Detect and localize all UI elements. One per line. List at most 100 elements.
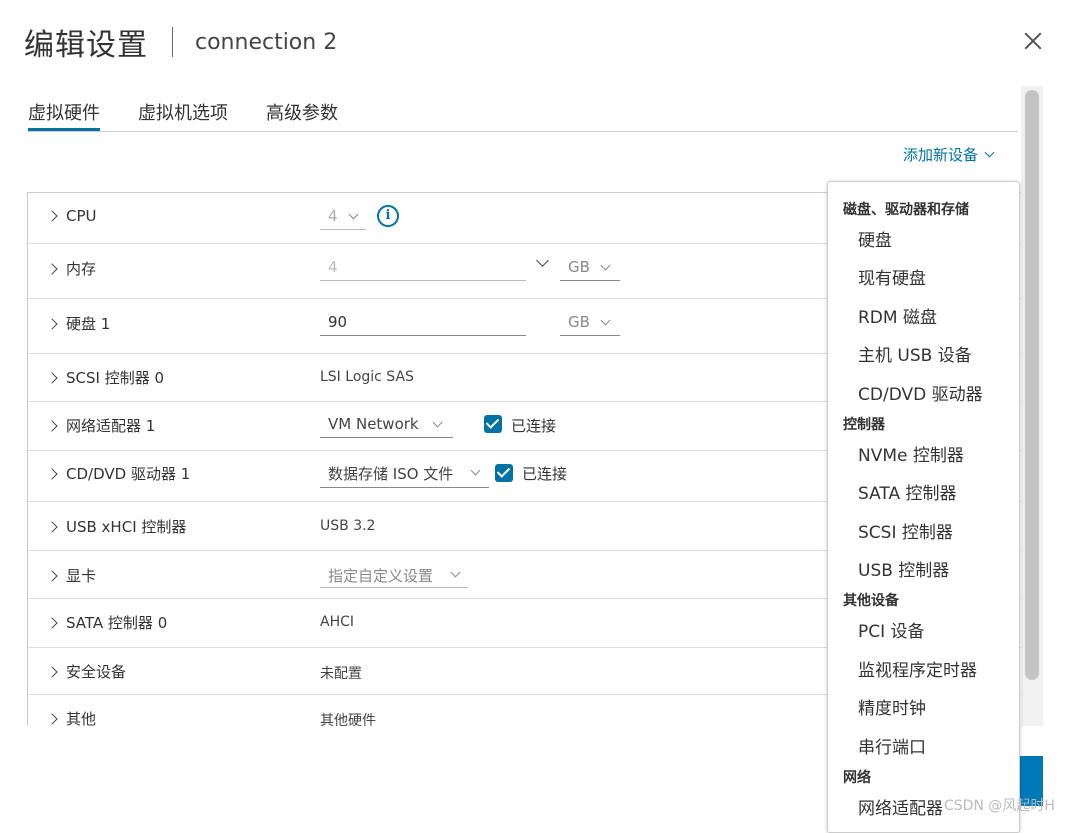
expand-memory[interactable]: 内存: [46, 258, 97, 279]
network-select[interactable]: VM Network: [320, 415, 453, 438]
row-label: 内存: [66, 260, 97, 278]
add-device-menu: 磁盘、驱动器和存储 硬盘 现有硬盘 RDM 磁盘 主机 USB 设备 CD/DV…: [827, 181, 1020, 833]
cddvd-connected-checkbox[interactable]: [495, 464, 513, 482]
close-icon[interactable]: [1022, 30, 1044, 52]
watermark: CSDN @风起时H: [944, 798, 1055, 814]
row-label: 其他: [66, 710, 97, 726]
chevron-right-icon: [46, 616, 58, 629]
vm-name: connection 2: [195, 29, 338, 55]
menu-item-usb-controller[interactable]: USB 控制器: [858, 556, 949, 581]
chevron-right-icon: [46, 569, 58, 582]
memory-size-input[interactable]: 4: [320, 258, 526, 281]
cpu-count-select[interactable]: 4: [320, 207, 366, 230]
video-card-select[interactable]: 指定自定义设置: [320, 565, 468, 588]
scsi-controller-type: LSI Logic SAS: [320, 369, 414, 385]
scrollbar-thumb[interactable]: [1025, 90, 1039, 680]
chevron-down-icon: [432, 417, 443, 428]
expand-scsi-controller[interactable]: SCSI 控制器 0: [46, 367, 165, 388]
menu-item-nvme-controller[interactable]: NVMe 控制器: [858, 441, 964, 466]
tab-advanced-parameters[interactable]: 高级参数: [266, 90, 338, 130]
disk-size-input[interactable]: 90: [320, 313, 526, 336]
menu-item-cddvd-drive[interactable]: CD/DVD 驱动器: [858, 380, 983, 405]
menu-item-precision-clock[interactable]: 精度时钟: [858, 694, 926, 719]
video-card-value: 指定自定义设置: [328, 567, 434, 585]
memory-unit-select[interactable]: GB: [560, 258, 620, 281]
row-label: SATA 控制器 0: [66, 614, 168, 632]
memory-size-value: 4: [328, 258, 338, 276]
chevron-down-icon: [600, 260, 611, 271]
menu-item-existing-hard-disk[interactable]: 现有硬盘: [858, 264, 926, 289]
chevron-right-icon: [46, 419, 58, 432]
network-connected-label: 已连接: [511, 417, 557, 435]
menu-group-controllers: 控制器: [843, 417, 885, 433]
chevron-right-icon: [46, 665, 58, 678]
menu-item-pci-device[interactable]: PCI 设备: [858, 617, 925, 642]
disk-unit-value: GB: [568, 313, 590, 331]
menu-group-other-devices: 其他设备: [843, 593, 899, 609]
chevron-down-icon: [450, 567, 461, 578]
menu-group-disks-drives-storage: 磁盘、驱动器和存储: [843, 202, 969, 218]
menu-item-network-adapter[interactable]: 网络适配器: [858, 794, 943, 819]
disk-size-value: 90: [328, 313, 348, 331]
cddvd-connected-label: 已连接: [522, 465, 568, 483]
chevron-down-icon: [348, 209, 359, 220]
row-label: USB xHCI 控制器: [66, 518, 187, 536]
other-hardware-value: 其他硬件: [320, 713, 376, 726]
row-label: 安全设备: [66, 663, 127, 681]
chevron-right-icon: [46, 262, 58, 275]
menu-item-host-usb-device[interactable]: 主机 USB 设备: [858, 341, 972, 366]
expand-network-adapter[interactable]: 网络适配器 1: [46, 415, 156, 436]
expand-cpu[interactable]: CPU: [46, 207, 97, 225]
tab-vm-options[interactable]: 虚拟机选项: [138, 90, 228, 130]
row-label: 显卡: [66, 567, 97, 585]
add-new-device-button[interactable]: 添加新设备: [903, 144, 995, 165]
chevron-down-icon: [536, 254, 549, 267]
row-label: 硬盘 1: [66, 315, 111, 333]
cddvd-media-value: 数据存储 ISO 文件: [328, 465, 454, 483]
menu-item-serial-port[interactable]: 串行端口: [858, 733, 926, 758]
menu-item-scsi-controller[interactable]: SCSI 控制器: [858, 518, 953, 543]
sata-controller-type: AHCI: [320, 614, 355, 630]
row-label: CD/DVD 驱动器 1: [66, 465, 191, 483]
disk-unit-select[interactable]: GB: [560, 313, 620, 336]
chevron-right-icon: [46, 210, 58, 222]
chevron-right-icon: [46, 317, 58, 330]
usb-controller-type: USB 3.2: [320, 518, 376, 534]
menu-item-rdm-disk[interactable]: RDM 磁盘: [858, 303, 937, 328]
chevron-right-icon: [46, 712, 58, 725]
row-label: CPU: [66, 207, 97, 225]
row-label: 网络适配器 1: [66, 417, 156, 435]
chevron-right-icon: [46, 467, 58, 480]
expand-cddvd-drive[interactable]: CD/DVD 驱动器 1: [46, 463, 191, 484]
memory-size-dropdown[interactable]: [536, 254, 550, 272]
network-connected-checkbox[interactable]: [484, 415, 502, 433]
dialog-title: 编辑设置: [24, 28, 148, 63]
cddvd-media-select[interactable]: 数据存储 ISO 文件: [320, 463, 489, 488]
chevron-down-icon: [470, 465, 481, 476]
menu-group-network: 网络: [843, 770, 871, 786]
expand-sata-controller[interactable]: SATA 控制器 0: [46, 612, 168, 633]
chevron-down-icon: [984, 147, 995, 158]
expand-usb-controller[interactable]: USB xHCI 控制器: [46, 516, 187, 537]
tab-virtual-hardware[interactable]: 虚拟硬件: [28, 90, 100, 131]
security-device-status: 未配置: [320, 666, 362, 682]
expand-video-card[interactable]: 显卡: [46, 565, 97, 586]
chevron-right-icon: [46, 520, 58, 533]
chevron-down-icon: [600, 315, 611, 326]
row-label: SCSI 控制器 0: [66, 369, 165, 387]
expand-security-device[interactable]: 安全设备: [46, 661, 127, 682]
network-value: VM Network: [328, 415, 419, 433]
tab-bar: 虚拟硬件 虚拟机选项 高级参数: [28, 90, 1018, 132]
cpu-count-value: 4: [328, 207, 338, 225]
menu-item-sata-controller[interactable]: SATA 控制器: [858, 479, 957, 504]
info-icon[interactable]: i: [377, 205, 399, 227]
expand-other[interactable]: 其他: [46, 708, 97, 726]
menu-item-hard-disk[interactable]: 硬盘: [858, 226, 892, 251]
add-new-device-label: 添加新设备: [903, 146, 979, 164]
expand-disk-1[interactable]: 硬盘 1: [46, 313, 111, 334]
title-divider: [172, 27, 173, 57]
chevron-right-icon: [46, 371, 58, 384]
menu-item-watchdog-timer[interactable]: 监视程序定时器: [858, 656, 977, 681]
memory-unit-value: GB: [568, 258, 590, 276]
dialog-header: 编辑设置 connection 2: [24, 22, 338, 63]
